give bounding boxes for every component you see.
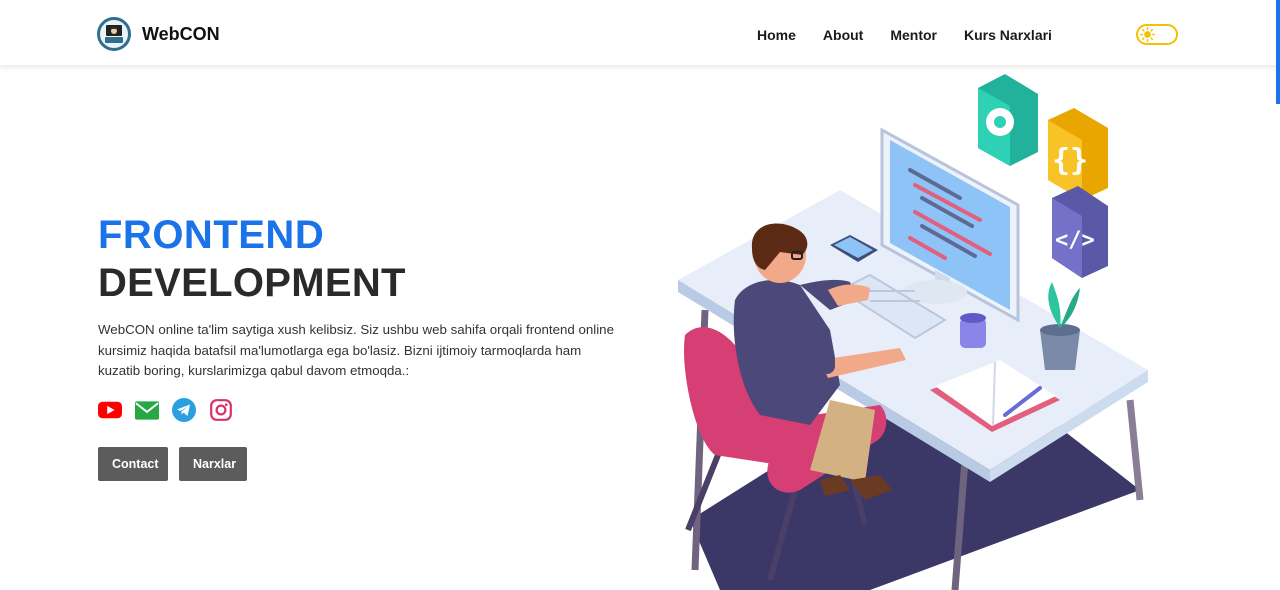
hero-title-line1: FRONTEND bbox=[98, 213, 325, 257]
nav-link-home[interactable]: Home bbox=[757, 27, 796, 43]
nav-link-mentor[interactable]: Mentor bbox=[890, 27, 937, 43]
telegram-icon[interactable] bbox=[172, 398, 196, 422]
navbar: WebCON Home About Mentor Kurs Narxlari bbox=[0, 0, 1280, 65]
narxlar-button[interactable]: Narxlar bbox=[179, 447, 247, 481]
social-links bbox=[98, 398, 233, 422]
contact-button[interactable]: Contact bbox=[98, 447, 168, 481]
brand-name: WebCON bbox=[142, 23, 220, 44]
theme-toggle[interactable] bbox=[1136, 24, 1178, 45]
hero-description: WebCON online ta'lim saytiga xush kelibs… bbox=[98, 322, 614, 378]
sun-icon bbox=[1140, 27, 1155, 46]
gear-tile-icon bbox=[978, 74, 1038, 166]
scrollbar-thumb[interactable] bbox=[1276, 0, 1280, 104]
brand-logo[interactable]: WebCON bbox=[97, 17, 220, 51]
svg-text:</>: </> bbox=[1055, 228, 1095, 253]
nav-menu: Home About Mentor Kurs Narxlari bbox=[757, 27, 1052, 43]
hero-buttons: Contact Narxlar bbox=[98, 447, 247, 481]
nav-link-about[interactable]: About bbox=[823, 27, 863, 43]
nav-link-kurs-narxlari[interactable]: Kurs Narxlari bbox=[964, 27, 1052, 43]
youtube-icon[interactable] bbox=[98, 398, 122, 422]
email-icon[interactable] bbox=[135, 398, 159, 422]
hero-title-line2: DEVELOPMENT bbox=[98, 261, 406, 305]
developer-illustration: {} </> bbox=[678, 74, 1148, 590]
logo-badge-icon bbox=[97, 17, 131, 51]
svg-text:{}: {} bbox=[1052, 143, 1088, 178]
code-tile-icon: </> bbox=[1052, 186, 1108, 278]
instagram-icon[interactable] bbox=[209, 398, 233, 422]
